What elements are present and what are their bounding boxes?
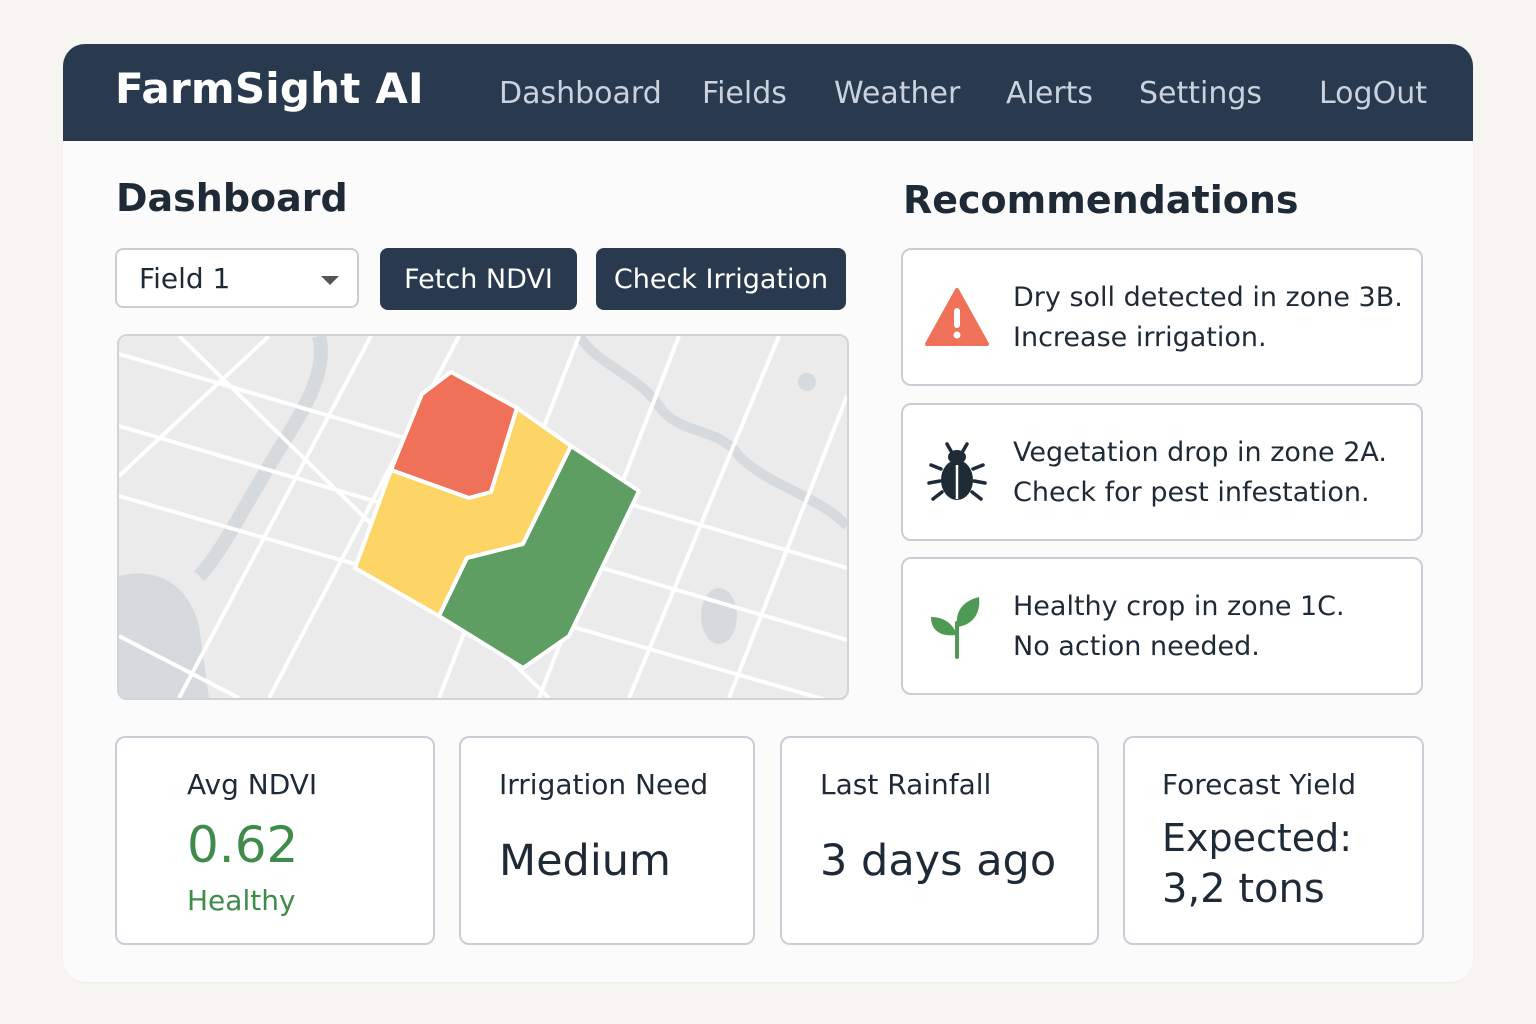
stat-card-irrigation: Irrigation Need Medium (459, 736, 755, 945)
recommendation-text: Healthy crop in zone 1C. (1013, 591, 1345, 622)
chevron-down-icon (321, 276, 339, 285)
stat-label: Irrigation Need (499, 768, 709, 801)
recommendation-text: Vegetation drop in zone 2A. (1013, 437, 1388, 468)
field-map-canvas (119, 336, 847, 698)
recommendation-card-dry-soil[interactable]: Dry soll detected in zone 3B. Increase i… (901, 248, 1423, 386)
stat-card-yield: Forecast Yield Expected: 3,2 tons (1123, 736, 1424, 945)
rainfall-value: 3 days ago (820, 836, 1057, 886)
brand-logo: FarmSight AI (115, 64, 424, 113)
ndvi-status: Healthy (187, 884, 296, 917)
yield-expected-label: Expected: (1162, 816, 1353, 860)
stat-label: Avg NDVI (187, 768, 318, 801)
recommendation-text: Dry soll detected in zone 3B. (1013, 282, 1403, 313)
stat-card-rainfall: Last Rainfall 3 days ago (780, 736, 1099, 945)
nav-logout[interactable]: LogOut (1319, 76, 1427, 111)
fetch-ndvi-button[interactable]: Fetch NDVI (380, 248, 577, 310)
nav-settings[interactable]: Settings (1139, 76, 1262, 111)
stat-label: Last Rainfall (820, 768, 992, 801)
stat-label: Forecast Yield (1162, 768, 1357, 801)
nav-dashboard[interactable]: Dashboard (499, 76, 662, 111)
check-irrigation-button[interactable]: Check Irrigation (596, 248, 846, 310)
warning-icon (925, 288, 989, 346)
recommendation-action: Check for pest infestation. (1013, 477, 1370, 508)
recommendation-action: No action needed. (1013, 631, 1260, 662)
recommendations-title: Recommendations (903, 178, 1299, 222)
recommendation-action: Increase irrigation. (1013, 322, 1267, 353)
app-window: FarmSight AI Dashboard Fields Weather Al… (63, 44, 1473, 982)
nav-weather[interactable]: Weather (834, 76, 960, 111)
recommendation-card-healthy[interactable]: Healthy crop in zone 1C. No action neede… (901, 557, 1423, 695)
field-select-value: Field 1 (139, 262, 231, 295)
page-title: Dashboard (116, 176, 348, 220)
bug-icon (927, 442, 987, 501)
ndvi-value: 0.62 (187, 816, 299, 874)
recommendation-card-pest[interactable]: Vegetation drop in zone 2A. Check for pe… (901, 403, 1423, 541)
sprout-icon (931, 597, 980, 659)
field-map[interactable] (117, 334, 849, 700)
top-navbar: FarmSight AI Dashboard Fields Weather Al… (63, 44, 1473, 141)
nav-fields[interactable]: Fields (702, 76, 787, 111)
field-select[interactable]: Field 1 (115, 248, 359, 308)
nav-alerts[interactable]: Alerts (1006, 76, 1093, 111)
yield-value: 3,2 tons (1162, 866, 1325, 912)
irrigation-value: Medium (499, 836, 671, 886)
stat-card-ndvi: Avg NDVI 0.62 Healthy (115, 736, 435, 945)
